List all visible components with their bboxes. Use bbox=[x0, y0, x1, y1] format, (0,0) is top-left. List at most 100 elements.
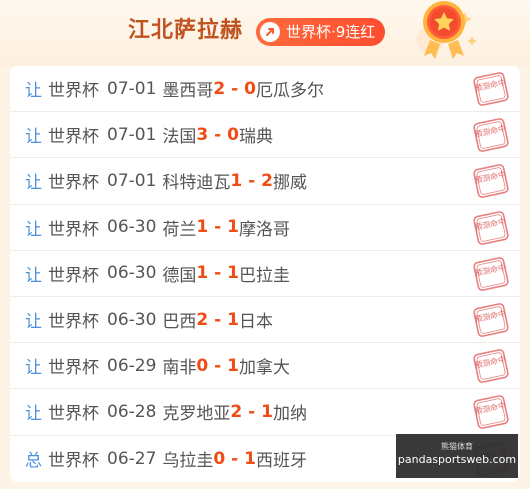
home-score: 0 bbox=[213, 448, 226, 469]
stamp-text-top: 预测命中 bbox=[473, 354, 506, 370]
bet-type-label: 让 bbox=[25, 219, 42, 240]
bet-type-label: 让 bbox=[25, 312, 42, 333]
match-date: 07-01 bbox=[107, 170, 157, 191]
hit-stamp-icon: 预测命中 bbox=[473, 349, 509, 383]
home-team: 乌拉圭 bbox=[162, 451, 214, 472]
league-name: 世界杯 bbox=[48, 358, 99, 379]
stamp-text-top: 预测命中 bbox=[473, 308, 506, 324]
league-name: 世界杯 bbox=[48, 127, 99, 148]
score-separator: - bbox=[208, 217, 228, 238]
home-team: 巴西 bbox=[162, 312, 197, 333]
bet-type-label: 让 bbox=[25, 358, 42, 379]
home-score: 2 bbox=[196, 309, 209, 330]
bet-type-label: 让 bbox=[25, 265, 42, 286]
home-team: 法国 bbox=[162, 127, 197, 148]
home-team: 墨西哥 bbox=[162, 81, 214, 102]
league-name: 世界杯 bbox=[48, 219, 99, 240]
home-score: 2 bbox=[213, 78, 226, 99]
score-separator: - bbox=[225, 78, 245, 99]
home-score: 1 bbox=[196, 263, 209, 284]
home-score: 2 bbox=[230, 401, 243, 422]
away-team: 加拿大 bbox=[239, 358, 290, 379]
match-date: 06-27 bbox=[107, 448, 157, 469]
result-row[interactable]: 让 世界杯 06-30 荷兰 1 - 1 摩洛哥 预测命中 bbox=[10, 205, 520, 251]
away-team: 西班牙 bbox=[256, 451, 307, 472]
away-score: 1 bbox=[227, 309, 239, 330]
stamp-text-top: 预测命中 bbox=[473, 123, 506, 139]
hit-stamp-icon: 预测命中 bbox=[473, 210, 509, 245]
score-separator: - bbox=[242, 401, 262, 422]
home-score: 3 bbox=[196, 124, 209, 145]
league-name: 世界杯 bbox=[48, 312, 99, 333]
away-team: 日本 bbox=[239, 312, 273, 333]
watermark-url: pandasportsweb.com bbox=[397, 453, 517, 466]
result-row[interactable]: 让 世界杯 07-01 法国 3 - 0 瑞典 预测命中 bbox=[10, 112, 520, 159]
result-row[interactable]: 让 世界杯 06-28 克罗地亚 2 - 1 加纳 预测命中 bbox=[10, 389, 520, 436]
bet-type-label: 让 bbox=[25, 81, 42, 102]
hit-stamp-icon: 预测命中 bbox=[473, 303, 509, 337]
away-score: 0 bbox=[227, 124, 239, 145]
stamp-text-top: 预测命中 bbox=[473, 169, 506, 185]
home-team: 科特迪瓦 bbox=[162, 173, 231, 194]
stamp-text-top: 预测命中 bbox=[473, 77, 506, 93]
hit-stamp-icon: 预测命中 bbox=[473, 72, 509, 106]
score-separator: - bbox=[208, 124, 228, 145]
home-team: 德国 bbox=[162, 265, 197, 286]
match-date: 07-01 bbox=[107, 78, 157, 99]
league-name: 世界杯 bbox=[48, 265, 99, 286]
hit-stamp-icon: 预测命中 bbox=[473, 256, 509, 291]
streak-label: 世界杯·9连红 bbox=[286, 23, 376, 41]
arrow-up-icon bbox=[260, 22, 280, 42]
result-row[interactable]: 让 世界杯 07-01 墨西哥 2 - 0 厄瓜多尔 预测命中 bbox=[10, 66, 520, 113]
bet-type-label: 让 bbox=[25, 173, 42, 194]
match-date: 07-01 bbox=[107, 124, 157, 145]
match-date: 06-30 bbox=[107, 309, 157, 330]
league-name: 世界杯 bbox=[48, 451, 99, 472]
away-score: 1 bbox=[261, 401, 273, 422]
score-separator: - bbox=[208, 309, 228, 330]
away-team: 摩洛哥 bbox=[239, 219, 290, 240]
score-separator: - bbox=[225, 448, 245, 469]
match-date: 06-30 bbox=[107, 263, 157, 284]
home-score: 1 bbox=[230, 170, 243, 191]
bet-type-label: 让 bbox=[25, 127, 42, 148]
bet-type-label: 让 bbox=[25, 404, 42, 425]
home-score: 1 bbox=[196, 217, 209, 238]
score-separator: - bbox=[208, 263, 228, 284]
away-team: 挪威 bbox=[273, 173, 307, 194]
hit-stamp-icon: 预测命中 bbox=[473, 164, 509, 199]
hit-stamp-icon: 预测命中 bbox=[473, 118, 509, 153]
watermark-title: 熊猫体育 bbox=[441, 442, 473, 451]
hit-stamp-icon: 预测命中 bbox=[473, 395, 509, 430]
stamp-text-top: 预测命中 bbox=[473, 215, 506, 231]
score-separator: - bbox=[208, 355, 228, 376]
away-score: 2 bbox=[261, 170, 273, 191]
home-team: 荷兰 bbox=[162, 219, 197, 240]
star-medal-icon bbox=[416, 1, 477, 59]
away-score: 0 bbox=[244, 78, 256, 99]
match-date: 06-30 bbox=[107, 217, 157, 238]
home-team: 克罗地亚 bbox=[162, 404, 231, 425]
away-team: 瑞典 bbox=[239, 127, 273, 148]
expert-name[interactable]: 江北萨拉赫 bbox=[128, 16, 243, 46]
away-score: 1 bbox=[227, 263, 239, 284]
match-date: 06-29 bbox=[107, 355, 157, 376]
expert-header: 江北萨拉赫 世界杯·9连红 bbox=[0, 0, 530, 66]
away-team: 加纳 bbox=[273, 404, 307, 425]
result-row[interactable]: 让 世界杯 06-30 巴西 2 - 1 日本 预测命中 bbox=[10, 297, 520, 344]
match-date: 06-28 bbox=[107, 401, 157, 422]
prediction-results-list: 让 世界杯 07-01 墨西哥 2 - 0 厄瓜多尔 预测命中 让 世界杯 07-0… bbox=[10, 66, 520, 482]
away-team: 厄瓜多尔 bbox=[256, 81, 324, 102]
league-name: 世界杯 bbox=[48, 404, 99, 425]
home-team: 南非 bbox=[162, 358, 197, 379]
stamp-text-top: 预测命中 bbox=[473, 400, 506, 416]
result-row[interactable]: 让 世界杯 06-29 南非 0 - 1 加拿大 预测命中 bbox=[10, 343, 520, 390]
home-score: 0 bbox=[196, 355, 209, 376]
result-row[interactable]: 让 世界杯 07-01 科特迪瓦 1 - 2 挪威 预测命中 bbox=[10, 158, 520, 205]
away-score: 1 bbox=[244, 448, 256, 469]
league-name: 世界杯 bbox=[48, 173, 99, 194]
streak-badge: 世界杯·9连红 bbox=[256, 18, 386, 46]
result-row[interactable]: 让 世界杯 06-30 德国 1 - 1 巴拉圭 预测命中 bbox=[10, 251, 520, 297]
league-name: 世界杯 bbox=[48, 81, 99, 102]
bet-type-label: 总 bbox=[25, 451, 42, 472]
